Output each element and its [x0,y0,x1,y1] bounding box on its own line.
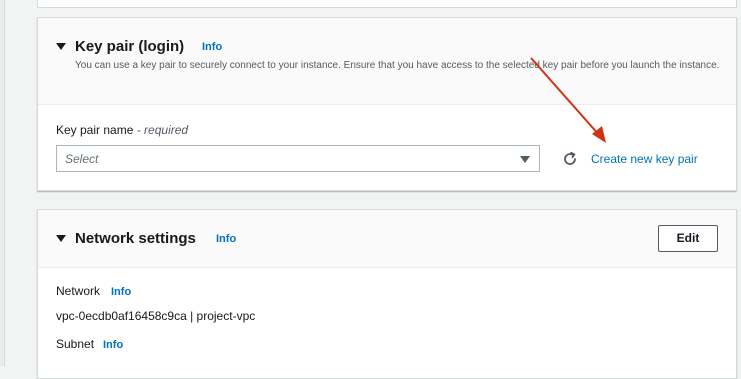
key-pair-section-header: Key pair (login) Info You can use a key … [38,18,736,105]
create-new-key-pair-link[interactable]: Create new key pair [591,152,698,166]
subnet-info-link[interactable]: Info [103,339,123,351]
network-settings-title[interactable]: Network settings [75,230,196,247]
subnet-label: Subnet [56,337,95,351]
network-label: Network [56,284,101,298]
key-pair-name-label: Key pair name - required [56,123,188,137]
required-marker: - required [136,123,189,137]
key-pair-select-placeholder: Select [65,152,99,166]
previous-section-panel [37,0,737,8]
edit-button[interactable]: Edit [658,225,718,252]
key-pair-select[interactable]: Select [56,145,540,172]
key-pair-section-title[interactable]: Key pair (login) [75,38,184,55]
network-settings-section: Network settings Info Edit Network Info … [37,209,737,379]
caret-down-icon[interactable] [56,235,66,242]
key-pair-description: You can use a key pair to securely conne… [75,60,720,71]
key-pair-name-label-text: Key pair name [56,123,134,137]
refresh-icon[interactable] [562,151,578,167]
chevron-down-icon [520,156,530,163]
key-pair-info-link[interactable]: Info [202,41,222,53]
network-value: vpc-0ecdb0af16458c9ca | project-vpc [56,309,256,323]
network-settings-header: Network settings Info Edit [38,210,736,268]
left-rail [0,0,5,366]
key-pair-section: Key pair (login) Info You can use a key … [37,17,737,191]
network-settings-info-link[interactable]: Info [216,233,236,245]
network-info-link[interactable]: Info [111,286,131,298]
caret-down-icon[interactable] [56,43,66,50]
